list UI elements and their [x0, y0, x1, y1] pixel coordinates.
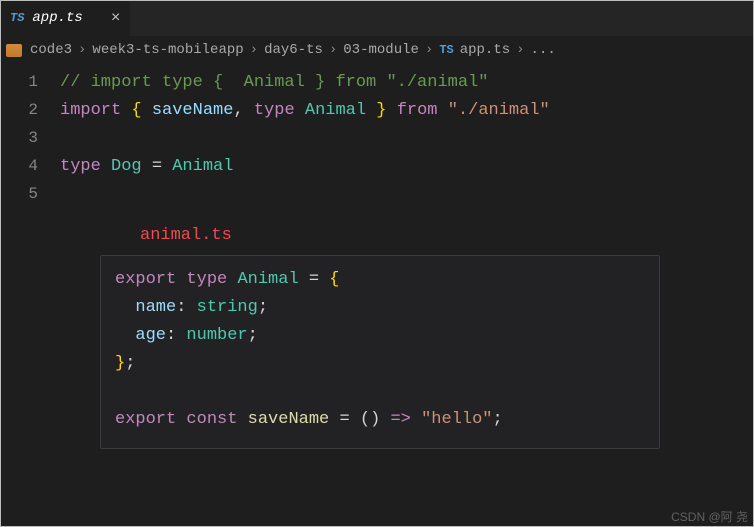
- code-line[interactable]: 2import { saveName, type Animal } from "…: [0, 96, 754, 124]
- folder-icon: [6, 44, 22, 57]
- snippet-line: export const saveName = () => "hello";: [115, 406, 645, 434]
- line-number: 5: [0, 185, 60, 203]
- breadcrumb-file[interactable]: app.ts: [460, 42, 510, 58]
- chevron-right-icon: ›: [516, 42, 524, 58]
- chevron-right-icon: ›: [78, 42, 86, 58]
- snippet-box: export type Animal = { name: string; age…: [100, 255, 660, 449]
- snippet-line: };: [115, 350, 645, 378]
- snippet-line: age: number;: [115, 322, 645, 350]
- tab-filename: app.ts: [32, 10, 82, 26]
- breadcrumb-more[interactable]: ...: [531, 42, 556, 58]
- chevron-right-icon: ›: [425, 42, 433, 58]
- code-content[interactable]: import { saveName, type Animal } from ".…: [60, 101, 550, 120]
- watermark: CSDN @阿 尧: [671, 508, 748, 525]
- code-editor[interactable]: 1// import type { Animal } from "./anima…: [0, 64, 754, 208]
- typescript-icon: TS: [10, 11, 24, 25]
- line-number: 1: [0, 73, 60, 91]
- breadcrumb-item[interactable]: code3: [30, 42, 72, 58]
- line-number: 4: [0, 157, 60, 175]
- tab-bar: TS app.ts ×: [0, 0, 754, 36]
- snippet-line: name: string;: [115, 294, 645, 322]
- breadcrumb[interactable]: code3 › week3-ts-mobileapp › day6-ts › 0…: [0, 36, 754, 64]
- close-icon[interactable]: ×: [111, 9, 121, 27]
- line-number: 3: [0, 129, 60, 147]
- snippet-line: export type Animal = {: [115, 266, 645, 294]
- typescript-icon: TS: [439, 43, 453, 57]
- breadcrumb-item[interactable]: week3-ts-mobileapp: [92, 42, 243, 58]
- code-content[interactable]: type Dog = Animal: [60, 157, 233, 176]
- code-line[interactable]: 5: [0, 180, 754, 208]
- snippet-line: [115, 378, 645, 406]
- snippet-filename: animal.ts: [140, 226, 754, 245]
- tab-app-ts[interactable]: TS app.ts ×: [0, 0, 130, 36]
- breadcrumb-item[interactable]: 03-module: [343, 42, 419, 58]
- chevron-right-icon: ›: [329, 42, 337, 58]
- code-content[interactable]: // import type { Animal } from "./animal…: [60, 73, 488, 92]
- code-line[interactable]: 4type Dog = Animal: [0, 152, 754, 180]
- code-line[interactable]: 3: [0, 124, 754, 152]
- line-number: 2: [0, 101, 60, 119]
- chevron-right-icon: ›: [250, 42, 258, 58]
- code-line[interactable]: 1// import type { Animal } from "./anima…: [0, 68, 754, 96]
- breadcrumb-item[interactable]: day6-ts: [264, 42, 323, 58]
